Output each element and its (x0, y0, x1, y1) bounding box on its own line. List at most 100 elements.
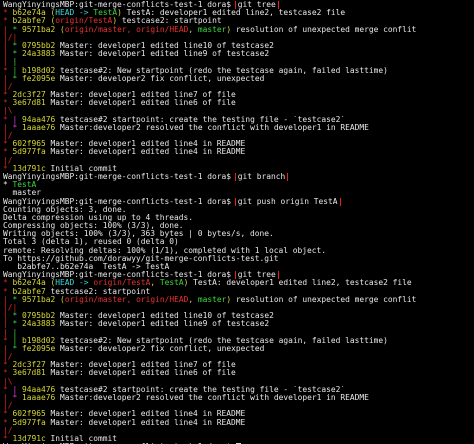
terminal-text: * (3, 9, 13, 18)
terminal-line: Writing objects: 100% (3/3), 363 bytes |… (3, 230, 474, 238)
terminal-text: * (3, 140, 13, 149)
terminal-text: | (3, 25, 13, 34)
terminal-text: Master:developer2 resolved the conflict … (60, 123, 369, 132)
terminal-line: Delta compression using up to 4 threads. (3, 214, 474, 222)
terminal-line: * | b198d02 testcase#2: New startpoint (… (3, 67, 474, 75)
terminal-text: |/ (3, 82, 13, 91)
terminal-text: * (3, 17, 13, 26)
terminal-text: origin/TestA (55, 17, 113, 26)
terminal-line: | * 9571ba2 (origin/master, origin/HEAD,… (3, 26, 474, 34)
terminal-text: * (12, 320, 23, 329)
terminal-line: |/ (3, 353, 474, 361)
terminal-text: Master: developer1 edited line4 in READM… (50, 418, 246, 427)
typed-command: git tree (234, 1, 279, 10)
terminal-text: 13d791c (12, 164, 51, 173)
typed-command: git push origin TestA (234, 197, 341, 206)
terminal-text: 0795bb2 (22, 312, 61, 321)
terminal-line: |/ (3, 157, 474, 165)
terminal-text: Master: developer2 fix conflict, unexpec… (60, 344, 265, 353)
terminal-line: | | (3, 58, 474, 66)
shell-prompt: WangYinyingsMBP:git-merge-conflicts-test… (3, 271, 236, 280)
terminal-line: |\ (3, 107, 474, 115)
terminal-text: | (12, 328, 18, 337)
terminal-text: Total 3 (delta 1), reused 0 (delta 0) (3, 238, 179, 247)
terminal-text: | (12, 385, 23, 394)
terminal-line: * | 94aa476 testcase#2 startpoint: creat… (3, 386, 474, 394)
terminal-text: b2abfe7..b62e74a TestA -> TestA (3, 263, 170, 271)
terminal-text: * (12, 295, 23, 304)
terminal-window[interactable]: WangYinyingsMBP:git-merge-conflicts-test… (0, 0, 474, 444)
terminal-line: WangYinyingsMBP:git-merge-conflicts-test… (3, 271, 474, 280)
terminal-text: Delta compression using up to 4 threads. (3, 213, 194, 222)
terminal-text: * (12, 25, 23, 34)
terminal-text: * (3, 164, 13, 173)
terminal-text: Master: developer1 edited line4 in READM… (50, 410, 246, 419)
terminal-line: b2abfe7..b62e74a TestA -> TestA (3, 263, 474, 271)
terminal-text: Master: developer1 edited line7 of file (50, 91, 236, 100)
terminal-text: Writing objects: 100% (3/3), 363 bytes |… (3, 230, 274, 239)
terminal-text: * (12, 394, 23, 402)
terminal-line: * 2dc3f27 Master: developer1 edited line… (3, 361, 474, 369)
terminal-text: |/| (3, 33, 18, 42)
terminal-text: master (3, 189, 42, 198)
terminal-text: Counting objects: 3, done. (3, 205, 127, 214)
terminal-text: 13d791c (12, 434, 51, 443)
terminal-line: * 602f965 Master: developer1 edited line… (3, 140, 474, 148)
terminal-text: ) (226, 295, 236, 304)
terminal-line: * 3e67d81 Master: developer1 edited line… (3, 99, 474, 107)
typed-command: git branch (234, 172, 289, 182)
terminal-text: testcase#2: New startpoint (redo the tes… (60, 336, 388, 345)
terminal-text: remote: Resolving deltas: 100% (1/1), co… (3, 246, 327, 255)
terminal-line: Compressing objects: 100% (3/3), done. (3, 222, 474, 230)
terminal-text: | (3, 74, 13, 83)
terminal-text: fe2095e (22, 344, 61, 353)
terminal-line: * b2abfe7 (origin/TestA) testcase2: star… (3, 17, 474, 25)
terminal-text: b2abfe7 (12, 17, 51, 26)
terminal-line: | * 0795bb2 Master: developer1 edited li… (3, 42, 474, 50)
terminal-line: | * fe2095e Master: developer2 fix confl… (3, 75, 474, 83)
terminal-text: * (3, 369, 13, 378)
terminal-text: 9571ba2 (22, 295, 61, 304)
terminal-text: 94aa476 (22, 115, 61, 124)
terminal-line: * 13d791c Initial commit (3, 165, 474, 173)
terminal-text: | (12, 58, 18, 67)
terminal-line: To https://github.com/dorawyy/git-merge-… (3, 255, 474, 263)
terminal-text: | (12, 336, 23, 345)
terminal-text: 602f965 (12, 410, 51, 419)
terminal-text: | (3, 328, 13, 337)
terminal-line: | * 24a3883 Master: developer1 edited li… (3, 320, 474, 328)
terminal-text: | (12, 115, 23, 124)
terminal-text: | (3, 123, 13, 132)
terminal-text: resolution of unexpected merge conflit (235, 25, 417, 34)
terminal-line: * b62e74a (HEAD -> TestA) TestA: develop… (3, 9, 474, 17)
terminal-text: 3e67d81 (12, 99, 51, 108)
terminal-line: remote: Resolving deltas: 100% (1/1), co… (3, 247, 474, 255)
terminal-text: | (3, 312, 13, 321)
terminal-text: ) (117, 9, 127, 18)
terminal-text: resolution of unexpected merge conflit (235, 295, 417, 304)
terminal-text: testcase2: startpoint (121, 17, 222, 26)
terminal-line: * TestA (3, 181, 474, 189)
terminal-text: * (3, 66, 13, 75)
terminal-text: 2dc3f27 (12, 91, 51, 100)
terminal-line: WangYinyingsMBP:git-merge-conflicts-test… (3, 172, 474, 182)
terminal-text: * (3, 418, 13, 427)
terminal-text: | (3, 394, 13, 402)
terminal-text: 9571ba2 (22, 25, 61, 34)
terminal-text: * (12, 312, 23, 321)
terminal-text: b62e74a (12, 279, 51, 288)
terminal-text: TestA: developer1 edited line2, testcase… (126, 9, 346, 18)
terminal-text: Master: developer1 edited line4 in READM… (50, 140, 246, 149)
terminal-text: |/ (3, 156, 13, 165)
terminal-text: 5d977fa (12, 418, 51, 427)
terminal-text: Initial commit (50, 164, 118, 173)
terminal-line: |/| (3, 34, 474, 42)
terminal-text: | (3, 41, 13, 50)
terminal-text: |/ (3, 353, 13, 362)
terminal-text: b198d02 (22, 66, 61, 75)
terminal-line: WangYinyingsMBP:git-merge-conflicts-test… (3, 197, 474, 206)
typed-command: git tree (234, 271, 279, 280)
terminal-text: TestA (93, 9, 118, 18)
terminal-text: 3e67d81 (12, 369, 51, 378)
terminal-text: Master: developer1 edited line6 of file (50, 99, 236, 108)
